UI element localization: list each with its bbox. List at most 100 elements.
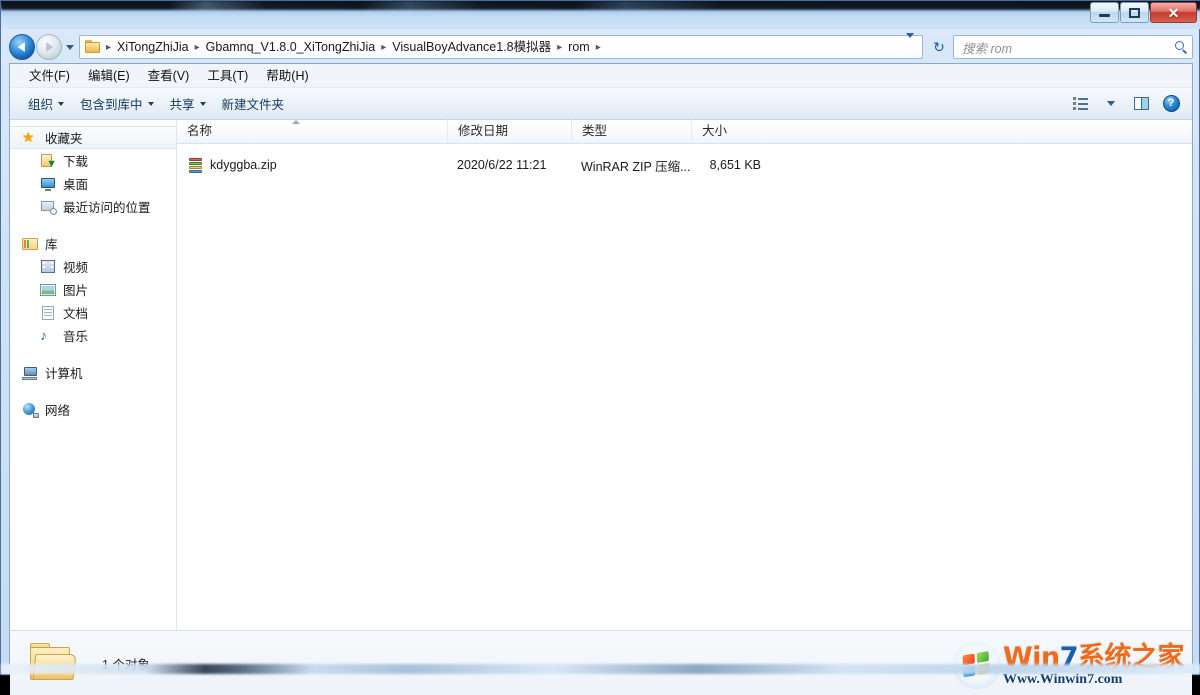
view-options-dropdown[interactable] [1098, 93, 1124, 115]
breadcrumb-separator[interactable]: ▸ [378, 42, 389, 53]
forward-arrow-icon [46, 42, 54, 52]
file-date-modified: 2020/6/22 11:21 [457, 158, 547, 172]
breadcrumb-separator[interactable]: ▸ [554, 42, 565, 53]
sidebar-item-downloads[interactable]: ▼ 下载 [10, 149, 176, 172]
music-icon: ♪ [40, 326, 47, 343]
maximize-button[interactable] [1120, 2, 1149, 23]
address-dropdown-button[interactable] [902, 33, 920, 56]
new-folder-button[interactable]: 新建文件夹 [214, 91, 293, 116]
videos-icon [40, 259, 57, 275]
forward-button[interactable] [36, 34, 62, 60]
folder-icon [28, 640, 80, 686]
menu-file[interactable]: 文件(F) [20, 65, 79, 87]
menu-view[interactable]: 查看(V) [139, 65, 199, 87]
column-header-type[interactable]: 类型 [571, 119, 691, 143]
search-icon [1174, 40, 1188, 54]
organize-button[interactable]: 组织 [20, 91, 72, 116]
title-bar: ✕ [1, 1, 1200, 29]
include-in-library-label: 包含到库中 [80, 98, 143, 112]
sidebar-item-desktop[interactable]: 桌面 [10, 172, 176, 195]
maximize-icon [1129, 7, 1140, 18]
close-button[interactable]: ✕ [1150, 2, 1197, 23]
sidebar-item-computer[interactable]: 计算机 [10, 361, 176, 384]
chevron-down-icon [906, 33, 914, 55]
sidebar-item-recent-places[interactable]: 最近访问的位置 [10, 195, 176, 218]
file-name: kdyggba.zip [210, 158, 277, 172]
client-area: 文件(F) 编辑(E) 查看(V) 工具(T) 帮助(H) 组织 包含到库中 共… [9, 63, 1193, 695]
sort-ascending-icon [292, 120, 300, 124]
minimize-button[interactable] [1090, 2, 1119, 23]
sidebar-item-videos[interactable]: 视频 [10, 255, 176, 278]
breadcrumb-separator[interactable]: ▸ [593, 42, 604, 53]
minimize-icon [1099, 14, 1110, 17]
column-header-size[interactable]: 大小 [691, 119, 769, 143]
menu-tools[interactable]: 工具(T) [198, 65, 257, 87]
navigation-bar: ▸ XiTongZhiJia ▸ Gbamnq_V1.8.0_XiTongZhi… [9, 31, 1193, 63]
menu-help[interactable]: 帮助(H) [257, 65, 317, 87]
preview-pane-icon [1133, 97, 1149, 110]
file-name-cell[interactable]: kdyggba.zip [177, 157, 447, 173]
sidebar-label-pictures: 图片 [63, 284, 89, 298]
desktop-background-strip [1, 664, 1200, 674]
menu-edit[interactable]: 编辑(E) [79, 65, 139, 87]
column-header-name[interactable]: 名称 [177, 119, 447, 143]
pictures-icon [40, 282, 57, 298]
back-arrow-icon [17, 42, 25, 52]
breadcrumb-item-1[interactable]: XiTongZhiJia [114, 37, 192, 57]
sidebar-item-network[interactable]: 网络 [10, 398, 176, 421]
history-dropdown-button[interactable] [62, 34, 77, 60]
preview-pane-button[interactable] [1128, 93, 1154, 115]
downloads-icon: ▼ [40, 153, 57, 169]
back-button[interactable] [9, 34, 35, 60]
sidebar-label-music: 音乐 [63, 330, 89, 344]
sidebar-label-documents: 文档 [63, 307, 89, 321]
breadcrumb-item-2[interactable]: Gbamnq_V1.8.0_XiTongZhiJia [203, 37, 379, 57]
refresh-button[interactable]: ↻ [927, 35, 951, 59]
sidebar-label-computer: 计算机 [45, 367, 83, 381]
command-bar: 组织 包含到库中 共享 新建文件夹 ? [10, 88, 1192, 120]
chevron-down-icon [1107, 101, 1115, 106]
library-icon [22, 236, 39, 252]
content-split: ★ 收藏夹 ▼ 下载 桌面 最近访问的位置 库 视频 图片 文档 ♪ 音乐 计算… [10, 119, 1192, 630]
chevron-down-icon [147, 101, 154, 106]
organize-label: 组织 [28, 98, 54, 112]
refresh-icon: ↻ [933, 38, 945, 55]
breadcrumb-item-4[interactable]: rom [565, 37, 593, 57]
search-input[interactable]: 搜索 rom [953, 35, 1193, 59]
documents-icon [40, 305, 57, 321]
sidebar-label-libraries: 库 [45, 238, 58, 252]
star-icon: ★ [22, 128, 35, 145]
sidebar-item-documents[interactable]: 文档 [10, 301, 176, 324]
sidebar-label-network: 网络 [45, 404, 71, 418]
close-icon: ✕ [1167, 4, 1180, 21]
share-label: 共享 [169, 98, 195, 112]
sidebar-item-pictures[interactable]: 图片 [10, 278, 176, 301]
breadcrumb-separator[interactable]: ▸ [192, 42, 203, 53]
command-bar-right: ? [1068, 93, 1192, 115]
column-headers: 名称 修改日期 类型 大小 [177, 119, 1192, 144]
column-header-date-modified[interactable]: 修改日期 [447, 119, 571, 143]
address-bar[interactable]: ▸ XiTongZhiJia ▸ Gbamnq_V1.8.0_XiTongZhi… [79, 33, 923, 59]
sidebar-item-music[interactable]: ♪ 音乐 [10, 324, 176, 347]
include-in-library-button[interactable]: 包含到库中 [72, 91, 162, 116]
breadcrumb-item-3[interactable]: VisualBoyAdvance1.8模拟器 [389, 37, 554, 57]
help-icon: ? [1162, 95, 1180, 112]
help-button[interactable]: ? [1158, 93, 1184, 115]
menu-bar: 文件(F) 编辑(E) 查看(V) 工具(T) 帮助(H) [10, 64, 1192, 88]
sidebar-item-favorites[interactable]: ★ 收藏夹 [10, 126, 176, 149]
sidebar-item-libraries[interactable]: 库 [10, 232, 176, 255]
new-folder-label: 新建文件夹 [221, 98, 285, 112]
chevron-down-icon [65, 44, 74, 50]
chevron-down-icon [58, 101, 65, 106]
table-row[interactable]: kdyggba.zip 2020/6/22 11:21 WinRAR ZIP 压… [177, 152, 1192, 178]
sidebar-label-downloads: 下载 [63, 155, 89, 169]
explorer-window: ✕ ▸ XiTongZhiJia ▸ Gbamnq_V1.8.0_XiTongZ… [0, 0, 1200, 695]
file-list-pane: 名称 修改日期 类型 大小 kdyggba.zip 2020/6/22 11:2… [177, 119, 1192, 630]
view-options-button[interactable] [1068, 93, 1094, 115]
share-button[interactable]: 共享 [162, 91, 214, 116]
winrar-archive-icon [187, 157, 203, 173]
column-label-size: 大小 [702, 124, 728, 138]
recent-places-icon [40, 199, 57, 215]
